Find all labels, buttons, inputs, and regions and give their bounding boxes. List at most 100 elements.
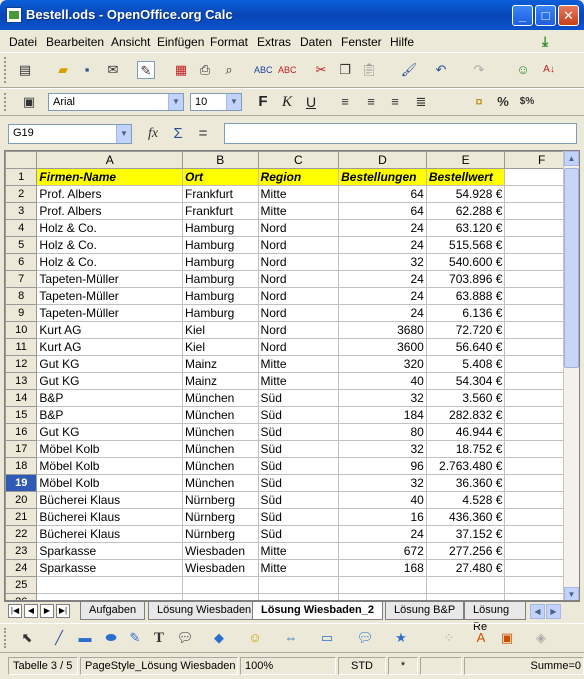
previous-sheet-icon[interactable]: ◀ (24, 604, 38, 618)
table-cell[interactable]: Hamburg (181, 304, 259, 322)
sort-ascending-icon[interactable]: A↓ (540, 61, 558, 79)
autospellcheck-icon[interactable]: ABC (278, 61, 297, 79)
table-cell[interactable]: Süd (257, 491, 340, 509)
table-cell[interactable]: B&P (36, 406, 183, 424)
table-cell[interactable]: 277.256 € (425, 542, 506, 560)
table-cell[interactable]: 32 (338, 389, 427, 407)
row-header[interactable]: 20 (5, 491, 38, 509)
font-size-select[interactable]: 10 ▼ (190, 93, 242, 111)
chevron-down-icon[interactable]: ▼ (168, 94, 183, 110)
table-cell[interactable]: Hamburg (181, 236, 259, 254)
table-cell[interactable]: Nord (257, 304, 340, 322)
formula-input[interactable] (224, 123, 577, 144)
row-header[interactable]: 15 (5, 406, 38, 424)
table-cell[interactable]: Nürnberg (181, 491, 259, 509)
table-cell[interactable]: Mitte (257, 372, 340, 390)
table-cell[interactable]: Nürnberg (181, 508, 259, 526)
table-cell[interactable]: 16 (338, 508, 427, 526)
row-header[interactable]: 5 (5, 236, 38, 254)
table-cell[interactable]: Süd (257, 508, 340, 526)
row-header[interactable]: 18 (5, 457, 38, 475)
row-header[interactable]: 26 (5, 593, 38, 600)
row-header[interactable]: 1 (5, 168, 38, 186)
table-cell[interactable]: 3600 (338, 338, 427, 356)
table-cell[interactable]: Hamburg (181, 253, 259, 271)
minimize-button[interactable]: _ (512, 5, 533, 26)
table-cell[interactable]: 32 (338, 440, 427, 458)
row-header[interactable]: 10 (5, 321, 38, 339)
table-cell[interactable]: 72.720 € (425, 321, 506, 339)
table-cell[interactable]: Holz & Co. (36, 253, 183, 271)
table-cell[interactable]: Hamburg (181, 270, 259, 288)
table-cell[interactable]: Gut KG (36, 372, 183, 390)
table-cell[interactable]: 40 (338, 372, 427, 390)
font-name-select[interactable]: Arial ▼ (48, 93, 184, 111)
table-cell[interactable]: Hamburg (181, 287, 259, 305)
table-cell[interactable]: 36.360 € (425, 474, 506, 492)
table-cell[interactable]: Bücherei Klaus (36, 508, 183, 526)
cell-table[interactable]: ABCDEF 1 Firmen-Name Ort Region Bestellungen… (5, 151, 579, 600)
table-cell[interactable]: 4.528 € (425, 491, 506, 509)
table-cell[interactable]: 96 (338, 457, 427, 475)
scroll-left-icon[interactable]: ◀ (530, 604, 545, 619)
from-file-icon[interactable]: ▣ (498, 629, 516, 647)
last-sheet-icon[interactable]: ▶| (56, 604, 70, 618)
table-cell[interactable]: Hamburg (181, 219, 259, 237)
row-header[interactable]: 17 (5, 440, 38, 458)
table-cell[interactable]: Möbel Kolb (36, 440, 183, 458)
first-sheet-icon[interactable]: |◀ (8, 604, 22, 618)
table-cell[interactable] (425, 576, 506, 594)
table-cell[interactable]: Frankfurt (181, 185, 259, 203)
table-cell[interactable]: Sparkasse (36, 559, 183, 577)
table-cell[interactable] (425, 593, 506, 600)
save-icon[interactable]: ▪ (78, 61, 96, 79)
table-cell[interactable]: 320 (338, 355, 427, 373)
sheet-tab-loesung-wiesbaden[interactable]: Lösung Wiesbaden (148, 602, 261, 620)
table-cell[interactable]: 24 (338, 270, 427, 288)
undo-icon[interactable]: ↶ (432, 61, 450, 79)
table-cell[interactable]: 5.408 € (425, 355, 506, 373)
table-cell[interactable]: Wiesbaden (181, 559, 259, 577)
table-cell[interactable]: 540.600 € (425, 253, 506, 271)
basic-shapes-icon[interactable]: ◆ (210, 629, 228, 647)
stars-icon[interactable]: ★ (392, 629, 410, 647)
table-cell[interactable]: 24 (338, 236, 427, 254)
chevron-down-icon[interactable]: ▼ (226, 94, 241, 110)
menu-datei[interactable]: Datei (9, 35, 37, 49)
table-cell[interactable]: 436.360 € (425, 508, 506, 526)
scrollbar-thumb[interactable] (564, 168, 579, 368)
table-cell[interactable]: Bücherei Klaus (36, 491, 183, 509)
table-cell[interactable]: 24 (338, 304, 427, 322)
row-header[interactable]: 7 (5, 270, 38, 288)
table-cell[interactable]: Süd (257, 525, 340, 543)
table-cell[interactable] (181, 576, 259, 594)
toolbar-grip[interactable] (4, 57, 8, 83)
table-cell[interactable]: Mitte (257, 202, 340, 220)
table-cell[interactable]: Tapeten-Müller (36, 270, 183, 288)
table-cell[interactable]: Prof. Albers (36, 202, 183, 220)
vertical-scrollbar[interactable]: ▲ ▼ (563, 151, 579, 600)
export-pdf-icon[interactable]: ▦ (172, 61, 190, 79)
header-cell[interactable]: Bestellwert (425, 168, 506, 186)
table-cell[interactable]: Möbel Kolb (36, 457, 183, 475)
table-cell[interactable]: Möbel Kolb (36, 474, 183, 492)
table-cell[interactable]: Bücherei Klaus (36, 525, 183, 543)
scroll-right-icon[interactable]: ▶ (546, 604, 561, 619)
table-cell[interactable]: Süd (257, 457, 340, 475)
table-cell[interactable]: 282.832 € (425, 406, 506, 424)
styles-icon[interactable]: ▣ (20, 93, 38, 111)
menu-format[interactable]: Format (210, 35, 248, 49)
table-cell[interactable]: Kiel (181, 321, 259, 339)
column-header-c[interactable]: C (257, 151, 340, 169)
table-cell[interactable]: 56.640 € (425, 338, 506, 356)
cut-icon[interactable]: ✂ (312, 61, 330, 79)
table-cell[interactable]: 3.560 € (425, 389, 506, 407)
table-cell[interactable]: 46.944 € (425, 423, 506, 441)
table-cell[interactable]: Tapeten-Müller (36, 304, 183, 322)
table-cell[interactable]: 184 (338, 406, 427, 424)
menu-ansicht[interactable]: Ansicht (111, 35, 150, 49)
table-cell[interactable]: 168 (338, 559, 427, 577)
table-cell[interactable]: München (181, 457, 259, 475)
row-header[interactable]: 13 (5, 372, 38, 390)
rectangle-icon[interactable]: ▬ (76, 629, 94, 647)
